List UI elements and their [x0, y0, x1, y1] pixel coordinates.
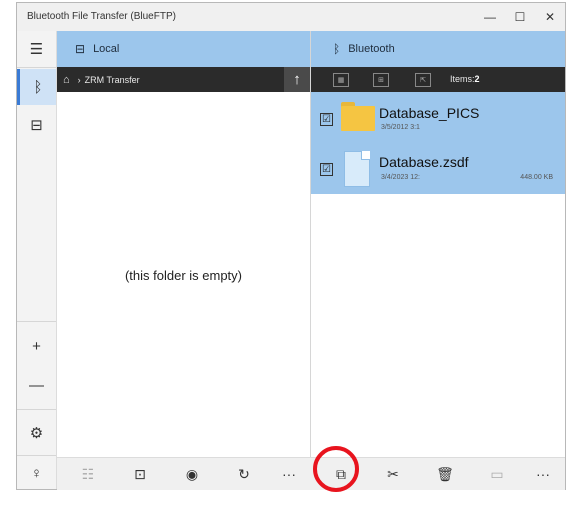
- list-item[interactable]: ☑ Database.zsdf 3/4/2023 12: 448.00 KB: [311, 142, 565, 192]
- cut-icon[interactable]: ✂: [373, 458, 413, 490]
- bluetooth-header[interactable]: ᛒ Bluetooth: [311, 31, 565, 67]
- local-drive-icon: ⊟: [75, 42, 86, 56]
- open-folder-icon[interactable]: ⇱: [415, 73, 431, 87]
- home-icon[interactable]: ⌂: [63, 74, 70, 86]
- select-list-icon[interactable]: ☷: [68, 458, 108, 490]
- tips-icon[interactable]: ♀: [17, 455, 56, 491]
- rename-icon[interactable]: ▭: [477, 458, 517, 490]
- highlight-circle: [313, 446, 359, 492]
- settings-icon[interactable]: ⚙: [17, 415, 56, 451]
- breadcrumb: ⌂ › ZRM Transfer ↑: [57, 67, 310, 92]
- rail-divider: [17, 67, 56, 68]
- add-icon[interactable]: +: [17, 328, 56, 364]
- view-icon[interactable]: ◉: [172, 458, 212, 490]
- folder-icon: [341, 102, 375, 131]
- close-button[interactable]: ✕: [537, 7, 563, 27]
- more-left-button[interactable]: ···: [269, 458, 309, 490]
- bluetooth-file-list: ☑ Database_PICS 3/5/2012 3:1 ☑ Database.…: [311, 92, 565, 194]
- rail-divider: [17, 409, 56, 410]
- item-checkbox[interactable]: ☑: [320, 163, 333, 176]
- local-header-label: Local: [93, 43, 120, 55]
- left-rail: ☰ ᛒ ⊟ + — ⚙ ♀: [17, 31, 57, 489]
- up-folder-button[interactable]: ↑: [284, 67, 310, 92]
- minimize-button[interactable]: —: [477, 7, 503, 27]
- app-window: Bluetooth File Transfer (BlueFTP) — ☐ ✕ …: [16, 2, 566, 490]
- bluetooth-nav-icon[interactable]: ᛒ: [17, 69, 56, 105]
- refresh-icon[interactable]: ↻: [224, 458, 264, 490]
- title-bar: Bluetooth File Transfer (BlueFTP) — ☐ ✕: [17, 3, 565, 31]
- empty-folder-message: (this folder is empty): [124, 268, 243, 283]
- file-icon: [344, 151, 370, 187]
- new-folder-icon[interactable]: ⊡: [120, 458, 160, 490]
- rail-divider: [17, 321, 56, 322]
- file-size: 448.00 KB: [520, 174, 553, 181]
- devices-icon[interactable]: ⊟: [17, 107, 56, 143]
- delete-icon[interactable]: 🗑: [425, 458, 465, 490]
- breadcrumb-folder[interactable]: ZRM Transfer: [85, 75, 140, 85]
- menu-icon[interactable]: ☰: [17, 31, 56, 67]
- remove-icon[interactable]: —: [17, 367, 56, 403]
- maximize-button[interactable]: ☐: [507, 7, 533, 27]
- bluetooth-icon: ᛒ: [333, 42, 341, 56]
- bluetooth-header-label: Bluetooth: [348, 43, 395, 55]
- select-all-icon[interactable]: ▦: [333, 73, 349, 87]
- file-name: Database.zsdf: [379, 154, 469, 170]
- breadcrumb-separator: ›: [77, 74, 81, 85]
- command-bar: ☷ ⊡ ◉ ↻ ··· ⧉ ✂ 🗑 ▭ ···: [57, 457, 565, 490]
- file-date: 3/5/2012 3:1: [381, 124, 420, 131]
- more-right-button[interactable]: ···: [523, 458, 563, 490]
- items-label: Items:: [450, 74, 475, 84]
- file-date: 3/4/2023 12:: [381, 174, 420, 181]
- item-checkbox[interactable]: ☑: [320, 113, 333, 126]
- local-header[interactable]: ⊟ Local: [57, 31, 310, 67]
- list-item[interactable]: ☑ Database_PICS 3/5/2012 3:1: [311, 92, 565, 142]
- window-title: Bluetooth File Transfer (BlueFTP): [27, 11, 176, 22]
- file-name: Database_PICS: [379, 105, 480, 121]
- items-count: Items:2: [450, 74, 480, 84]
- select-mode-icon[interactable]: ⊞: [373, 73, 389, 87]
- bluetooth-toolbar: ▦ ⊞ ⇱ Items:2: [311, 67, 565, 92]
- items-number: 2: [474, 74, 480, 84]
